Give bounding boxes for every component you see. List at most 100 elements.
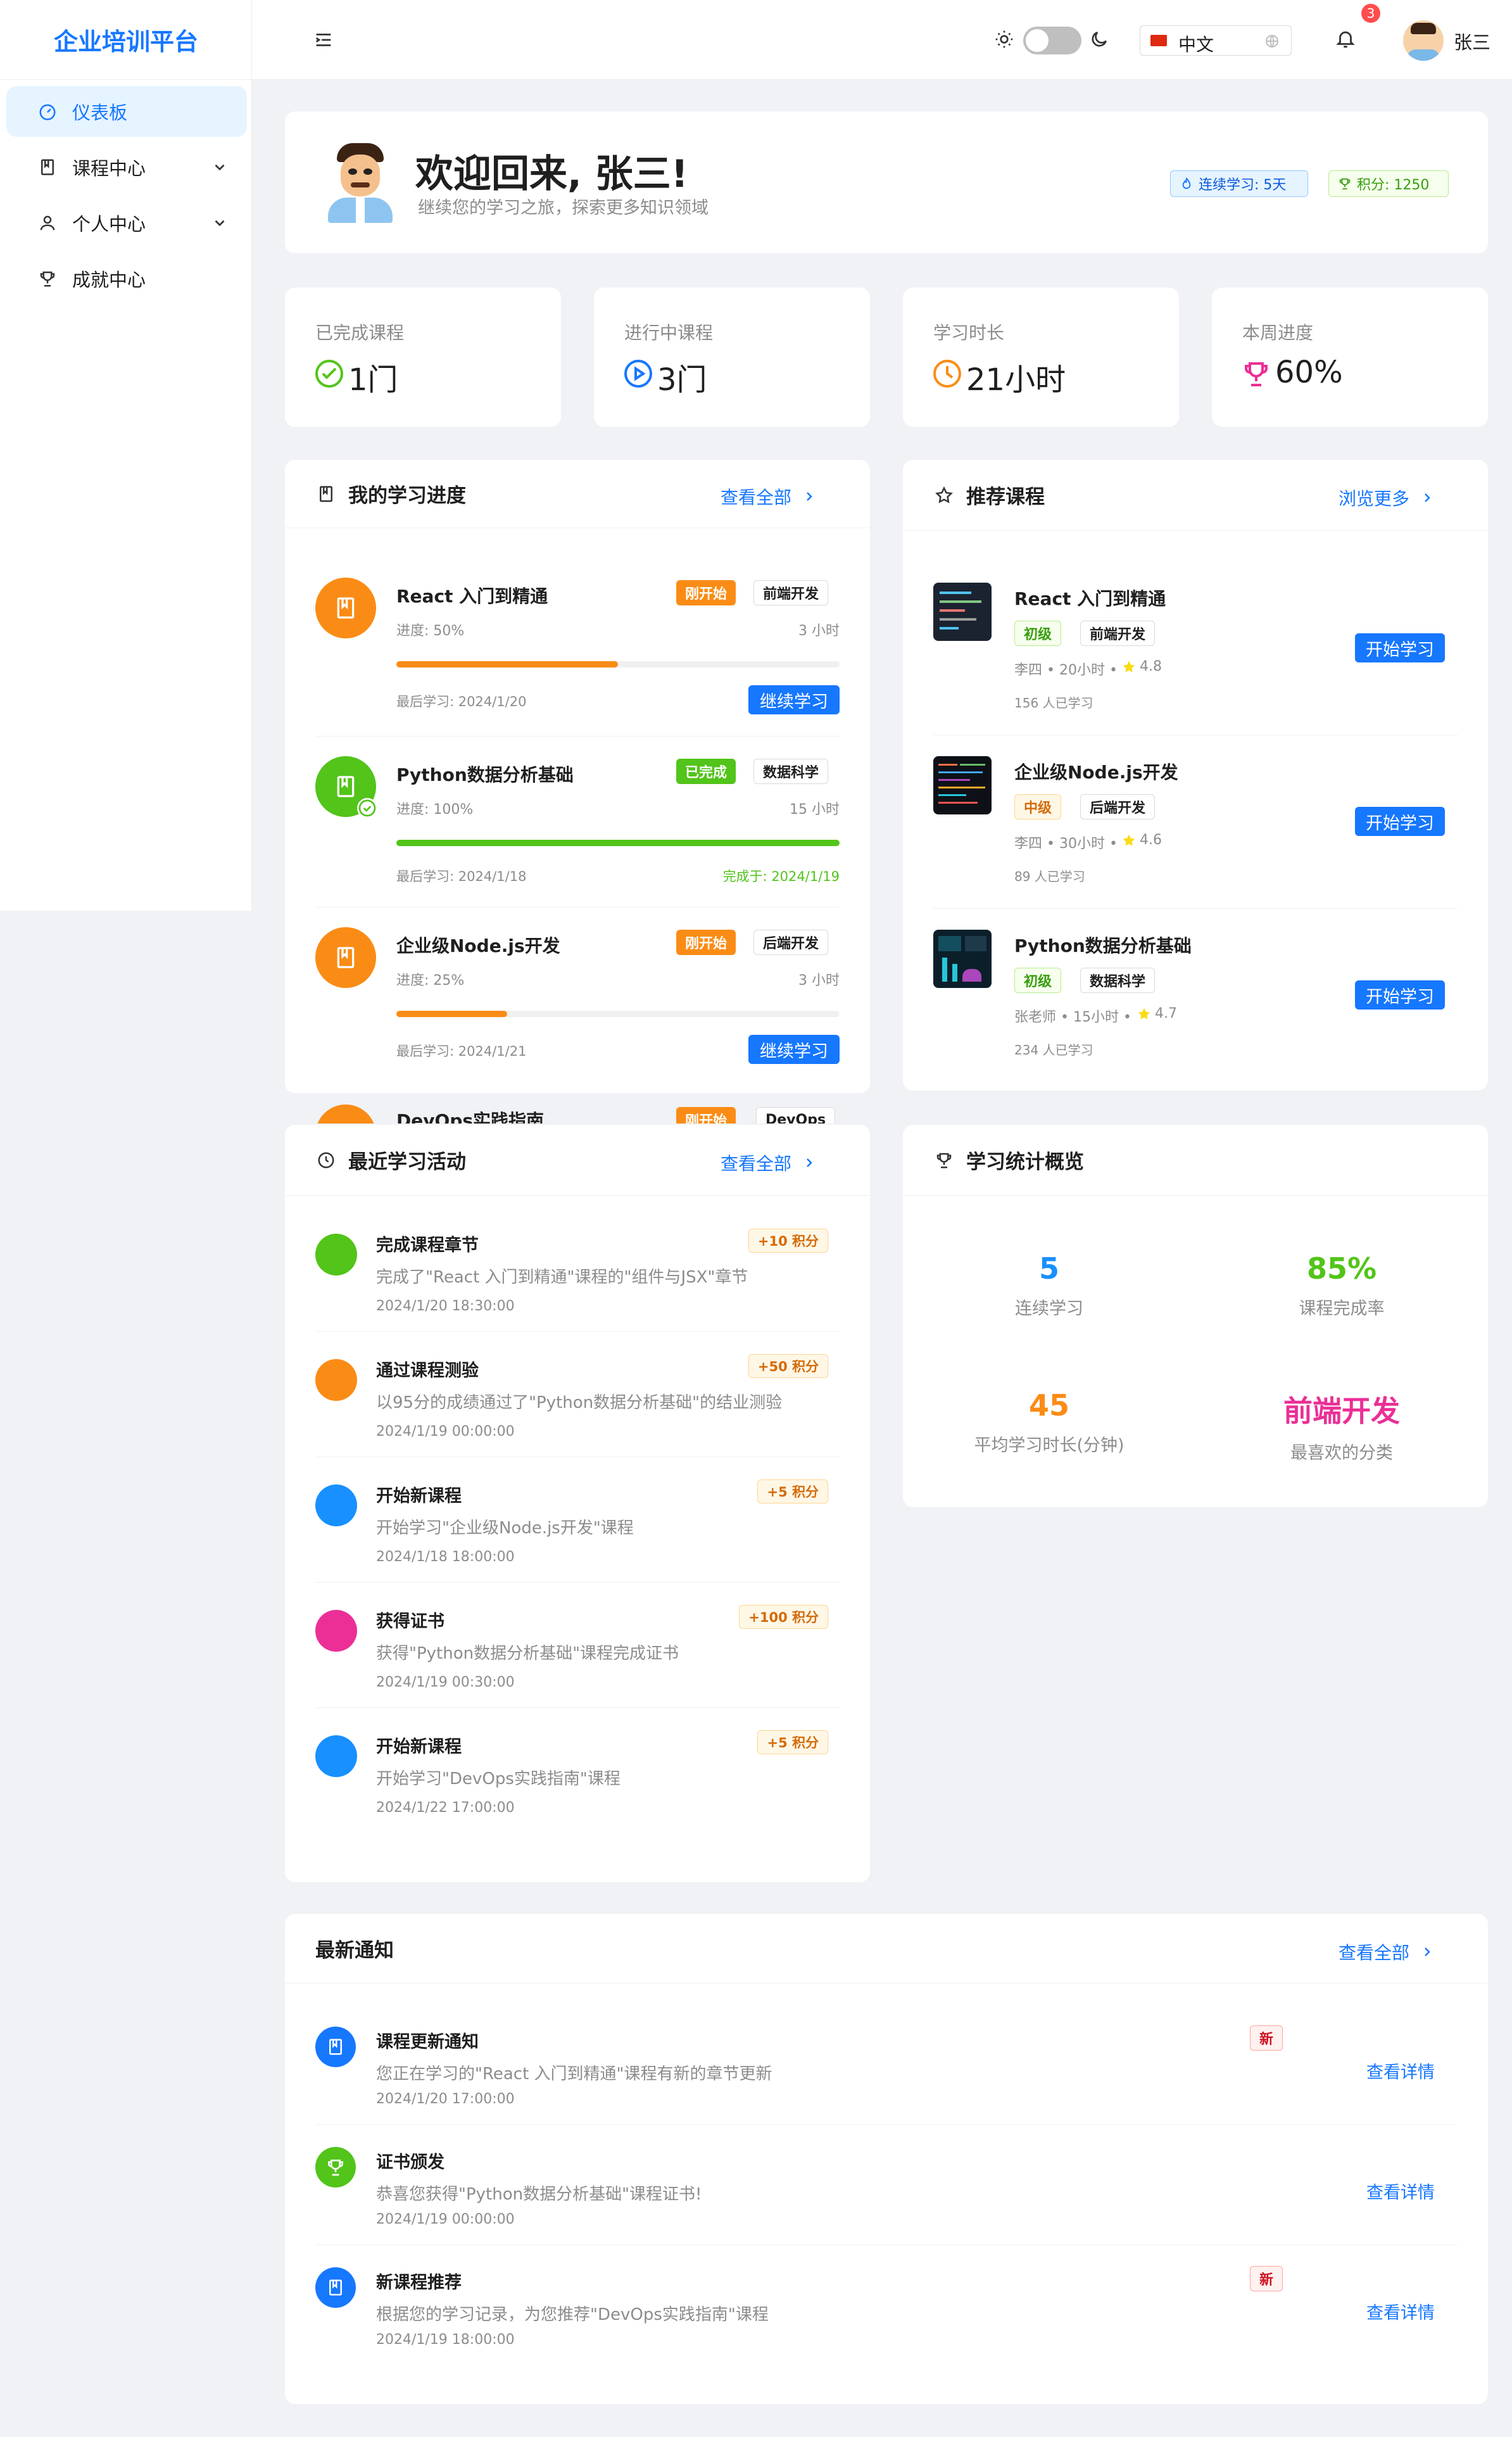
- sidebar-item-label: 个人中心: [72, 213, 146, 235]
- notice-time: 2024/1/19 00:00:00: [376, 2212, 515, 2227]
- course-icon-circle: [315, 927, 376, 988]
- course-thumbnail[interactable]: [933, 930, 992, 988]
- progress-view-all-link[interactable]: 查看全部: [721, 484, 817, 509]
- china-flag-icon: [1150, 35, 1167, 46]
- course-name[interactable]: React 入门到精通: [1014, 585, 1166, 611]
- stat-label: 本周进度: [1242, 322, 1314, 343]
- activity-dot: [315, 1359, 357, 1401]
- divider: [315, 1707, 840, 1708]
- notice-title: 证书颁发: [376, 2153, 444, 2172]
- progress-overflow-row: DevOps实践指南 刚开始 DevOps: [285, 1093, 870, 1124]
- activity-view-all-link[interactable]: 查看全部: [721, 1150, 817, 1175]
- status-tag: 刚开始: [676, 580, 736, 605]
- book-icon: [315, 483, 337, 505]
- menu-fold-icon[interactable]: [313, 29, 334, 53]
- start-learning-button[interactable]: 开始学习: [1355, 980, 1445, 1010]
- start-learning-button[interactable]: 开始学习: [1355, 633, 1445, 662]
- learner-count: 89 人已学习: [1014, 869, 1085, 884]
- view-details-link[interactable]: 查看详情: [1366, 2299, 1435, 2324]
- notice-time: 2024/1/20 17:00:00: [376, 2091, 515, 2107]
- start-learning-button[interactable]: 开始学习: [1355, 807, 1445, 836]
- view-all-label: 查看全部: [1339, 1942, 1410, 1963]
- check-badge-icon: [357, 798, 377, 818]
- hours-label: 15 小时: [790, 802, 840, 818]
- notices-view-all-link[interactable]: 查看全部: [1339, 1939, 1435, 1965]
- course-name[interactable]: 企业级Node.js开发: [396, 932, 560, 958]
- browse-more-link[interactable]: 浏览更多: [1339, 485, 1435, 510]
- activity-dot: [315, 1610, 357, 1652]
- summary-label: 课程完成率: [1299, 1299, 1385, 1319]
- course-meta: 李四 • 30小时 •: [1014, 836, 1118, 852]
- avatar[interactable]: [1403, 20, 1444, 61]
- clock-icon: [932, 358, 962, 391]
- continue-button[interactable]: 继续学习: [748, 685, 840, 714]
- stat-label: 学习时长: [933, 322, 1005, 343]
- sidebar: 企业培训平台 仪表板 课程中心 个人中心 成就中心: [0, 0, 252, 911]
- sidebar-item-dashboard[interactable]: 仪表板: [6, 86, 247, 137]
- course-thumbnail[interactable]: [933, 756, 992, 814]
- summary-label: 平均学习时长(分钟): [974, 1436, 1125, 1455]
- stat-card-hours: 学习时长 21小时: [903, 288, 1179, 427]
- chevron-down-icon: [211, 214, 228, 236]
- chevron-right-icon: [802, 489, 817, 504]
- summary-value: 5: [1038, 1251, 1059, 1286]
- notices-card: 最新通知 查看全部 课程更新通知新您正在学习的"React 入门到精通"课程有新…: [285, 1914, 1488, 2404]
- notice-time: 2024/1/19 18:00:00: [376, 2332, 515, 2348]
- course-name[interactable]: Python数据分析基础: [396, 761, 574, 787]
- view-details-link[interactable]: 查看详情: [1366, 2179, 1435, 2203]
- category-tag: 后端开发: [1080, 794, 1156, 820]
- moon-icon: [1089, 29, 1109, 52]
- learner-count: 156 人已学习: [1014, 695, 1093, 711]
- browse-more-label: 浏览更多: [1339, 488, 1410, 509]
- theme-toggle[interactable]: [1023, 27, 1081, 54]
- activity-title: 获得证书: [376, 1612, 444, 1631]
- star-rating-icon: [1137, 1007, 1151, 1023]
- trophy-icon: [37, 268, 58, 289]
- progress-bar: [396, 661, 840, 668]
- activity-time: 2024/1/22 17:00:00: [376, 1800, 515, 1816]
- course-name[interactable]: React 入门到精通: [396, 583, 548, 608]
- trophy-icon: [1241, 358, 1271, 391]
- summary-stat-avg-time: 45 平均学习时长(分钟): [903, 1388, 1195, 1456]
- star-icon: [933, 484, 955, 506]
- view-all-label: 查看全部: [721, 487, 792, 508]
- summary-value: 85%: [1306, 1251, 1377, 1286]
- progress-label: 进度: 25%: [396, 973, 465, 989]
- course-icon-circle: [315, 1105, 376, 1124]
- course-name[interactable]: 企业级Node.js开发: [1014, 759, 1178, 784]
- activity-time: 2024/1/19 00:00:00: [376, 1424, 515, 1440]
- continue-button[interactable]: 继续学习: [748, 1035, 840, 1064]
- notices-card-title: 最新通知: [315, 1939, 394, 1962]
- app-logo[interactable]: 企业培训平台: [0, 0, 252, 80]
- globe-icon: [1264, 34, 1280, 51]
- sidebar-item-profile[interactable]: 个人中心: [6, 198, 247, 248]
- progress-card-title: 我的学习进度: [348, 484, 466, 507]
- sidebar-item-achievements[interactable]: 成就中心: [6, 253, 247, 304]
- view-details-link[interactable]: 查看详情: [1366, 2058, 1435, 2083]
- course-name[interactable]: DevOps实践指南: [396, 1107, 544, 1124]
- course-meta: 李四 • 20小时 •: [1014, 662, 1118, 678]
- dashboard-icon: [37, 101, 58, 122]
- activity-title: 开始新课程: [376, 1486, 462, 1506]
- summary-card-header: 学习统计概览: [903, 1125, 1488, 1196]
- clock-icon: [315, 1149, 337, 1171]
- course-icon-circle: [315, 756, 377, 818]
- progress-card: 我的学习进度 查看全部 React 入门到精通 刚开始 前端开发 进度: 50%…: [285, 460, 870, 1093]
- category-tag: 数据科学: [1080, 968, 1156, 993]
- user-name[interactable]: 张三: [1454, 28, 1490, 54]
- streak-badge: 连续学习: 5天: [1170, 170, 1308, 197]
- divider: [315, 1331, 840, 1332]
- bell-icon[interactable]: [1335, 28, 1356, 52]
- course-meta: 张老师 • 15小时 •: [1014, 1010, 1131, 1025]
- welcome-title: 欢迎回来, 张三!: [415, 152, 689, 196]
- language-select[interactable]: 中文: [1140, 25, 1292, 56]
- notice-title: 新课程推荐: [376, 2273, 462, 2293]
- course-name[interactable]: Python数据分析基础: [1014, 932, 1192, 958]
- course-thumbnail[interactable]: [933, 583, 992, 641]
- progress-bar-fill: [396, 840, 840, 846]
- last-study: 最后学习: 2024/1/18: [396, 869, 527, 884]
- activity-description: 获得"Python数据分析基础"课程完成证书: [376, 1644, 679, 1663]
- sidebar-item-courses[interactable]: 课程中心: [6, 142, 247, 193]
- activity-time: 2024/1/18 18:00:00: [376, 1549, 515, 1565]
- recommended-card-title: 推荐课程: [966, 486, 1045, 509]
